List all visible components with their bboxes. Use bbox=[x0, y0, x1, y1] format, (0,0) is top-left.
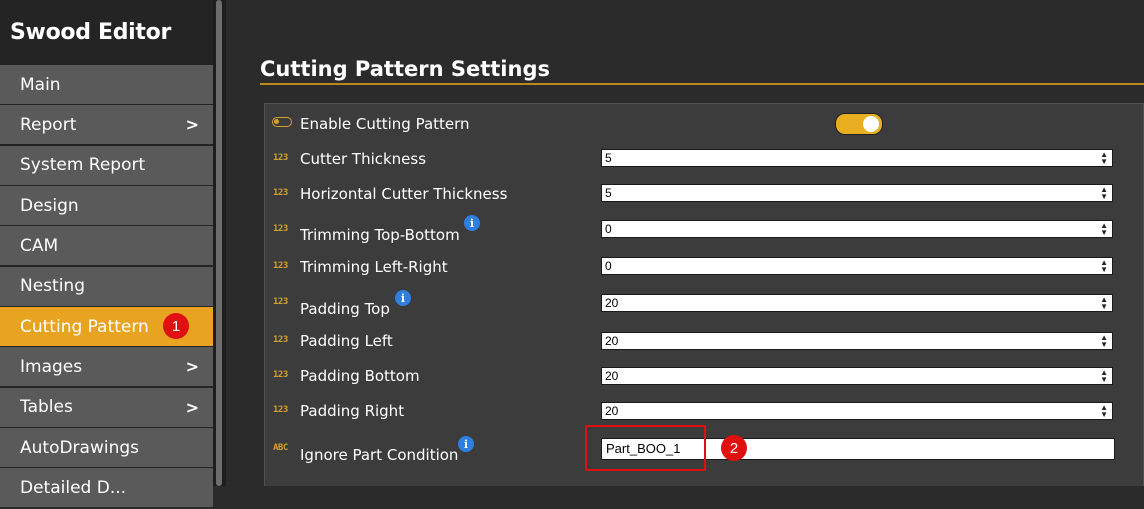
field-label: Horizontal Cutter Thickness bbox=[300, 185, 508, 203]
field-label: Trimming Top-Bottom bbox=[300, 226, 460, 244]
sidebar-item-cutting-pattern[interactable]: Cutting Pattern 1 bbox=[0, 307, 213, 347]
field-label: Ignore Part Condition bbox=[300, 446, 459, 464]
horizontal-cutter-thickness-input[interactable]: 5 ▲ ▼ bbox=[601, 184, 1113, 202]
sidebar-item-label: Nesting bbox=[20, 276, 85, 297]
sidebar-nav: Main Report > System Report Design CAM N… bbox=[0, 65, 213, 509]
padding-right-input[interactable]: 20 ▲ ▼ bbox=[601, 402, 1113, 420]
enable-label: Enable Cutting Pattern bbox=[300, 115, 470, 133]
sidebar-item-cam[interactable]: CAM bbox=[0, 226, 213, 266]
sidebar-item-label: CAM bbox=[20, 235, 59, 256]
sidebar-item-label: System Report bbox=[20, 155, 146, 176]
number-type-icon: 123 bbox=[273, 188, 288, 198]
title-divider bbox=[260, 83, 1144, 85]
highlight-box bbox=[585, 425, 706, 471]
info-icon[interactable]: i bbox=[464, 215, 480, 231]
sidebar-item-label: Tables bbox=[20, 397, 73, 418]
padding-bottom-input[interactable]: 20 ▲ ▼ bbox=[601, 367, 1113, 385]
input-value: 20 bbox=[605, 369, 619, 383]
spinner-icon[interactable]: ▲ ▼ bbox=[1100, 404, 1108, 419]
sidebar-item-label: Detailed D... bbox=[20, 477, 127, 498]
sidebar-item-autodrawings[interactable]: AutoDrawings bbox=[0, 428, 213, 468]
step-badge-2: 2 bbox=[721, 435, 747, 461]
sidebar-item-detailed[interactable]: Detailed D... bbox=[0, 468, 213, 508]
input-value: 5 bbox=[605, 186, 612, 200]
sidebar-item-label: Images bbox=[20, 356, 83, 377]
input-value: 20 bbox=[605, 334, 619, 348]
app-title: Swood Editor bbox=[10, 20, 172, 45]
input-value: 0 bbox=[605, 259, 612, 273]
spinner-icon[interactable]: ▲ ▼ bbox=[1100, 222, 1108, 237]
input-value: 5 bbox=[605, 151, 612, 165]
spinner-icon[interactable]: ▲ ▼ bbox=[1100, 369, 1108, 384]
chevron-right-icon: > bbox=[185, 357, 199, 377]
sidebar-item-tables[interactable]: Tables > bbox=[0, 387, 213, 427]
step-badge-1: 1 bbox=[163, 313, 189, 340]
number-type-icon: 123 bbox=[273, 297, 288, 307]
sidebar-item-main[interactable]: Main bbox=[0, 65, 213, 104]
number-type-icon: 123 bbox=[273, 224, 288, 234]
sidebar-item-label: Design bbox=[20, 195, 79, 216]
sidebar-item-label: Cutting Pattern bbox=[20, 316, 149, 337]
field-label: Cutter Thickness bbox=[300, 150, 427, 168]
cutter-thickness-input[interactable]: 5 ▲ ▼ bbox=[601, 149, 1113, 167]
number-type-icon: 123 bbox=[273, 335, 288, 345]
number-type-icon: 123 bbox=[273, 370, 288, 380]
number-type-icon: 123 bbox=[273, 153, 288, 163]
sidebar-item-system-report[interactable]: System Report bbox=[0, 145, 213, 185]
padding-left-input[interactable]: 20 ▲ ▼ bbox=[601, 332, 1113, 350]
page-title: Cutting Pattern Settings bbox=[260, 57, 550, 81]
input-value: 20 bbox=[605, 296, 619, 310]
sidebar-item-label: Main bbox=[20, 74, 61, 95]
sidebar: Swood Editor Main Report > System Report… bbox=[0, 0, 213, 508]
sidebar-item-label: AutoDrawings bbox=[20, 437, 140, 458]
input-value: 0 bbox=[605, 222, 612, 236]
field-label: Padding Left bbox=[300, 332, 393, 350]
field-label: Padding Right bbox=[300, 402, 405, 420]
spinner-icon[interactable]: ▲ ▼ bbox=[1100, 151, 1108, 166]
info-icon[interactable]: i bbox=[395, 290, 411, 306]
spinner-icon[interactable]: ▲ ▼ bbox=[1100, 259, 1108, 274]
spinner-icon[interactable]: ▲ ▼ bbox=[1100, 334, 1108, 349]
spinner-icon[interactable]: ▲ ▼ bbox=[1100, 186, 1108, 201]
number-type-icon: 123 bbox=[273, 405, 288, 415]
sidebar-item-design[interactable]: Design bbox=[0, 186, 213, 226]
sidebar-item-label: Report bbox=[20, 114, 77, 135]
enable-toggle[interactable] bbox=[835, 113, 883, 135]
chevron-right-icon: > bbox=[185, 115, 199, 135]
number-type-icon: 123 bbox=[273, 261, 288, 271]
field-label: Padding Top bbox=[300, 300, 390, 318]
sidebar-scrollbar-thumb[interactable] bbox=[216, 0, 222, 486]
info-icon[interactable]: i bbox=[458, 436, 474, 452]
chevron-right-icon: > bbox=[185, 397, 199, 417]
spinner-icon[interactable]: ▲ ▼ bbox=[1100, 296, 1108, 311]
sidebar-item-images[interactable]: Images > bbox=[0, 347, 213, 387]
text-type-icon: ABC bbox=[273, 443, 288, 453]
field-label: Padding Bottom bbox=[300, 367, 420, 385]
toggle-knob bbox=[863, 116, 879, 132]
sidebar-item-nesting[interactable]: Nesting bbox=[0, 266, 213, 306]
input-value: 20 bbox=[605, 404, 619, 418]
field-label: Trimming Left-Right bbox=[300, 258, 448, 276]
main-content: Cutting Pattern Settings Enable Cutting … bbox=[226, 0, 1144, 486]
toggle-icon bbox=[272, 117, 292, 127]
trimming-top-bottom-input[interactable]: 0 ▲ ▼ bbox=[601, 220, 1113, 238]
trimming-left-right-input[interactable]: 0 ▲ ▼ bbox=[601, 257, 1113, 275]
sidebar-item-report[interactable]: Report > bbox=[0, 105, 213, 145]
padding-top-input[interactable]: 20 ▲ ▼ bbox=[601, 294, 1113, 312]
